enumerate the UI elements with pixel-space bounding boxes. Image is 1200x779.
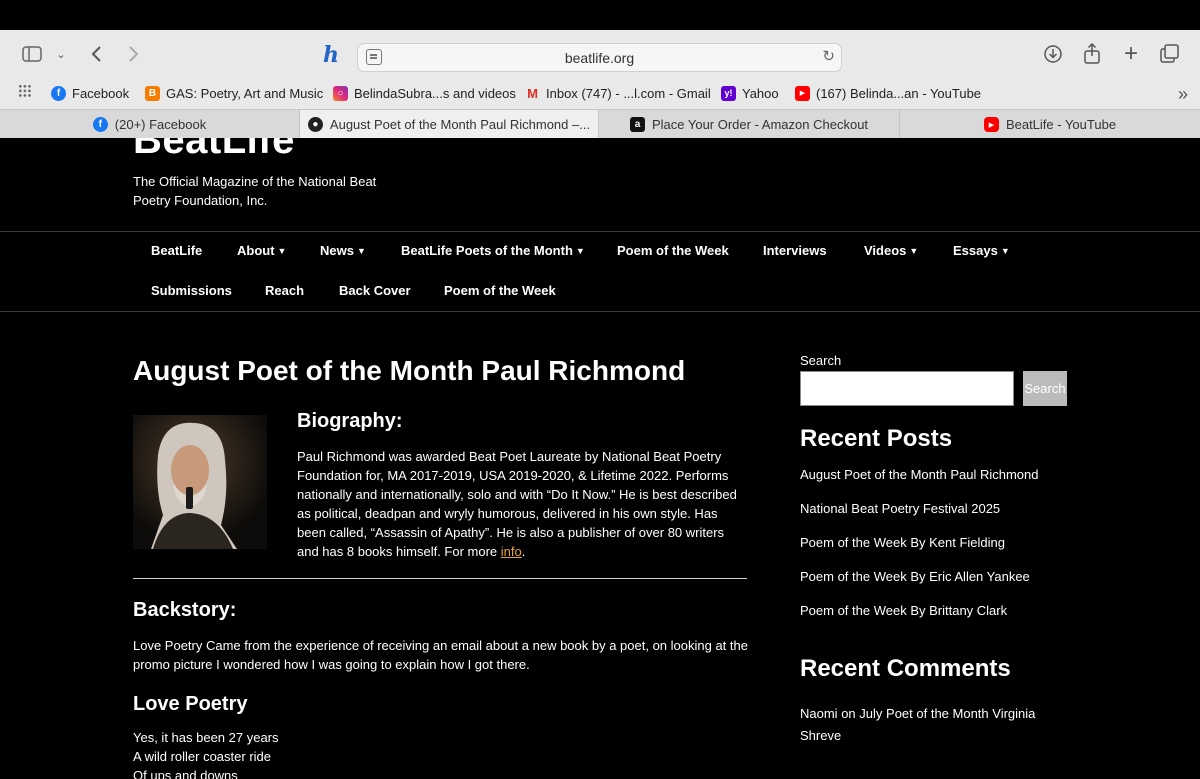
search-input[interactable]	[800, 371, 1014, 406]
poem-line: A wild roller coaster ride	[133, 749, 271, 764]
tab-youtube[interactable]: ▶ BeatLife - YouTube	[900, 110, 1200, 139]
biography-text: Paul Richmond was awarded Beat Poet Laur…	[297, 447, 747, 561]
backstory-text: Love Poetry Came from the experience of …	[133, 638, 748, 672]
recent-post-link[interactable]: National Beat Poetry Festival 2025	[800, 501, 1000, 516]
nav-back-cover[interactable]: Back Cover	[339, 283, 411, 298]
screen-top-bar	[0, 0, 1200, 30]
poem-body: Yes, it has been 27 years A wild roller …	[133, 728, 279, 779]
recent-comment: Naomi on July Poet of the Month Virginia…	[800, 703, 1060, 747]
biography-body: Paul Richmond was awarded Beat Poet Laur…	[297, 449, 737, 559]
recent-posts-heading: Recent Posts	[800, 425, 953, 452]
tab-facebook[interactable]: f (20+) Facebook	[0, 110, 300, 139]
nav-poets-of-the-month[interactable]: BeatLife Poets of the Month ▼	[401, 243, 585, 258]
chevron-down-icon[interactable]: ⌄	[54, 42, 68, 66]
bookmark-label: (167) Belinda...an - YouTube	[816, 85, 982, 101]
nav-interviews[interactable]: Interviews	[763, 243, 827, 258]
tab-overview-icon[interactable]	[1158, 42, 1182, 66]
tab-beatlife-active[interactable]: ● August Poet of the Month Paul Richmond…	[300, 110, 599, 139]
chevron-down-icon: ▼	[1000, 246, 1010, 256]
info-link[interactable]: info	[501, 544, 522, 559]
bookmark-facebook[interactable]: f Facebook	[51, 84, 129, 102]
nav-beatlife[interactable]: BeatLife	[151, 243, 202, 258]
nav-essays[interactable]: Essays ▼	[953, 243, 1010, 258]
youtube-icon: ▶	[983, 117, 999, 132]
bookmark-instagram[interactable]: ○ BelindaSubra...s and videos	[333, 84, 516, 102]
recent-post-link[interactable]: Poem of the Week By Kent Fielding	[800, 535, 1005, 550]
chevron-down-icon: ▼	[909, 246, 919, 256]
bookmark-label: Yahoo	[742, 85, 779, 101]
back-icon[interactable]	[86, 42, 106, 66]
tab-label: Place Your Order - Amazon Checkout	[651, 117, 869, 132]
instagram-icon: ○	[333, 85, 348, 101]
backstory-heading: Backstory:	[133, 599, 237, 621]
comment-on-word: on	[841, 706, 856, 721]
recent-post-link[interactable]: Poem of the Week By Eric Allen Yankee	[800, 569, 1030, 584]
honey-extension-icon[interactable]: h	[323, 43, 339, 67]
nav-poem-of-the-week[interactable]: Poem of the Week	[617, 243, 729, 258]
nav-videos[interactable]: Videos ▼	[864, 243, 918, 258]
blogger-icon: B	[145, 85, 160, 101]
forward-icon[interactable]	[124, 42, 144, 66]
gmail-icon: M	[527, 85, 538, 101]
yahoo-icon: y!	[721, 85, 736, 101]
address-bar[interactable]: beatlife.org ↻	[357, 43, 842, 72]
bookmark-yahoo[interactable]: y! Yahoo	[721, 84, 779, 102]
tab-label: August Poet of the Month Paul Richmond –…	[329, 117, 591, 132]
bookmark-youtube[interactable]: ▶ (167) Belinda...an - YouTube	[795, 84, 981, 102]
poem-line: Of ups and downs	[133, 768, 238, 779]
beatlife-icon: ●	[307, 117, 323, 132]
biography-heading: Biography:	[297, 410, 403, 432]
bookmark-label: BelindaSubra...s and videos	[354, 85, 516, 101]
bookmark-gmail[interactable]: M Inbox (747) - ...l.com - Gmail	[525, 84, 711, 102]
recent-post-link[interactable]: Poem of the Week By Brittany Clark	[800, 603, 1007, 618]
chevron-down-icon: ▼	[575, 246, 585, 256]
downloads-icon[interactable]	[1042, 42, 1064, 66]
site-tagline: The Official Magazine of the National Be…	[133, 174, 377, 208]
poem-line: Yes, it has been 27 years	[133, 730, 279, 745]
sidebar-toggle-icon[interactable]	[20, 42, 44, 66]
search-button[interactable]: Search	[1023, 371, 1067, 406]
new-tab-icon[interactable]: +	[1120, 40, 1142, 67]
poet-photo	[133, 415, 267, 549]
tab-amazon[interactable]: a Place Your Order - Amazon Checkout	[599, 110, 900, 139]
youtube-icon: ▶	[795, 85, 810, 101]
comment-author[interactable]: Naomi	[800, 706, 838, 721]
separator	[133, 578, 747, 579]
biography-period: .	[521, 544, 526, 559]
url-text[interactable]: beatlife.org	[358, 50, 841, 66]
more-bookmarks-icon[interactable]: »	[1178, 84, 1188, 105]
nav-news[interactable]: News ▼	[320, 243, 366, 258]
browser-chrome: ⌄ h beatlife.org ↻ + f Facebook B GAS: P…	[0, 30, 1200, 139]
site-logo[interactable]: BeatLife	[133, 138, 295, 160]
tab-label: BeatLife - YouTube	[1005, 117, 1117, 132]
recent-post-link[interactable]: August Poet of the Month Paul Richmond	[800, 467, 1038, 482]
share-icon[interactable]	[1081, 42, 1103, 66]
tab-bar: f (20+) Facebook ● August Poet of the Mo…	[0, 109, 1200, 139]
reload-icon[interactable]: ↻	[822, 47, 835, 65]
recent-comments-heading: Recent Comments	[800, 655, 1011, 682]
bookmark-label: GAS: Poetry, Art and Music	[166, 85, 324, 101]
nav-submissions[interactable]: Submissions	[151, 283, 232, 298]
nav-reach[interactable]: Reach	[265, 283, 304, 298]
website: BeatLife The Official Magazine of the Na…	[0, 138, 1200, 779]
facebook-icon: f	[92, 117, 108, 132]
bookmarks-bar: f Facebook B GAS: Poetry, Art and Music …	[0, 78, 1200, 108]
main-navigation: BeatLife About ▼ News ▼ BeatLife Poets of …	[0, 231, 1200, 312]
facebook-icon: f	[51, 85, 66, 101]
chevron-down-icon: ▼	[356, 246, 366, 256]
post-title: August Poet of the Month Paul Richmond	[133, 355, 686, 386]
bookmark-gas[interactable]: B GAS: Poetry, Art and Music	[145, 84, 323, 102]
nav-poem-of-the-week-2[interactable]: Poem of the Week	[444, 283, 556, 298]
chevron-down-icon: ▼	[277, 246, 287, 256]
browser-toolbar: ⌄ h beatlife.org ↻ +	[0, 30, 1200, 78]
bookmark-label: Facebook	[72, 85, 130, 101]
search-label: Search	[800, 353, 842, 368]
tab-label: (20+) Facebook	[114, 117, 207, 132]
nav-about[interactable]: About ▼	[237, 243, 286, 258]
bookmark-label: Inbox (747) - ...l.com - Gmail	[546, 85, 711, 101]
amazon-icon: a	[629, 117, 645, 132]
poem-title: Love Poetry	[133, 693, 248, 715]
